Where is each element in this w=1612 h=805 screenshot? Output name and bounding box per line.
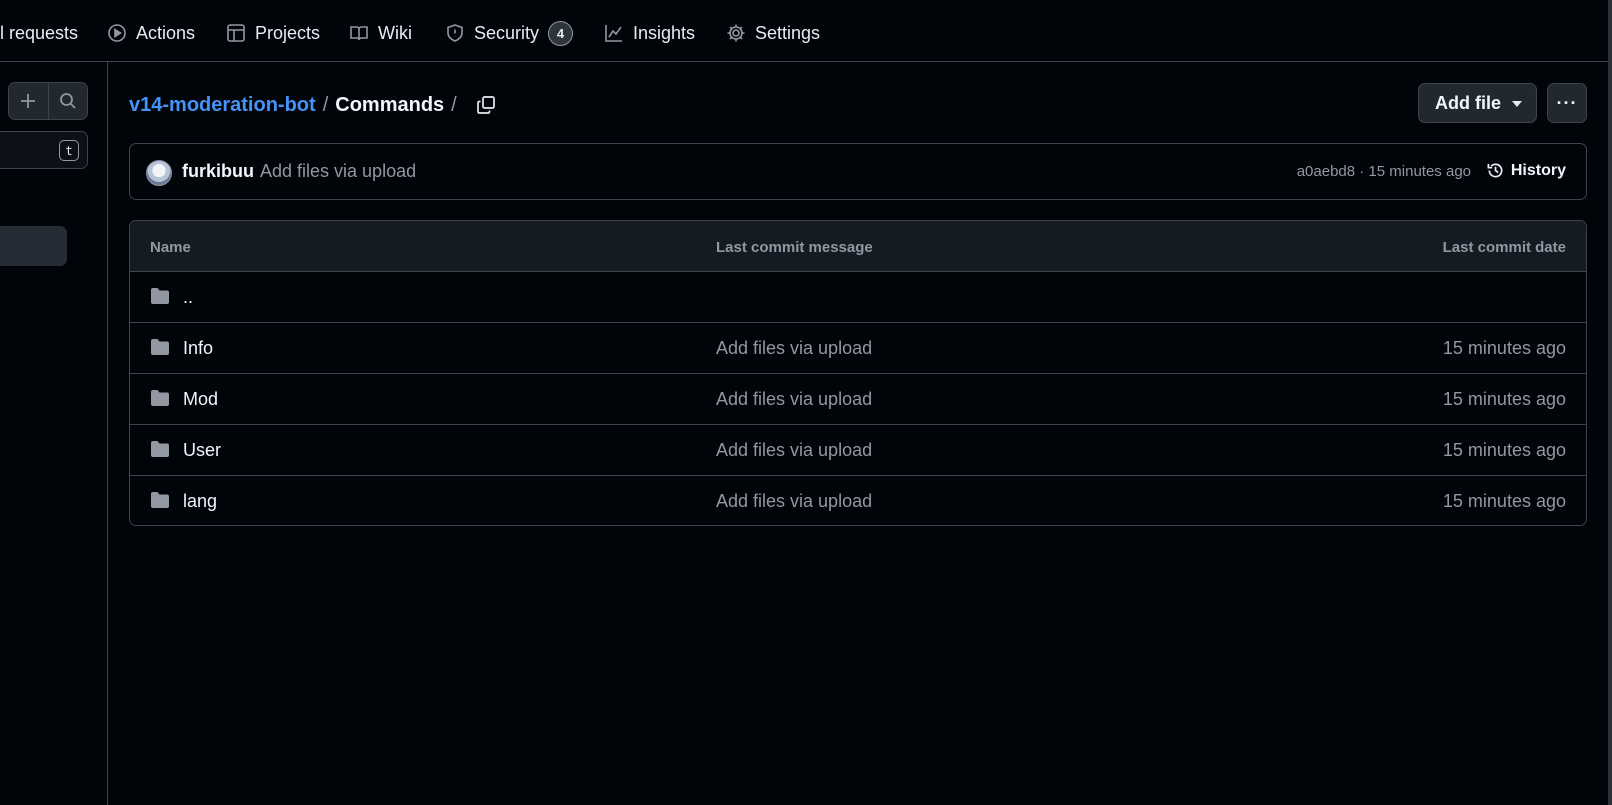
nav-tab-label: Security [474, 22, 540, 43]
plus-icon [21, 94, 36, 108]
table-header: Name Last commit message Last commit dat… [130, 221, 1586, 272]
commit-date: 15 minutes ago [1442, 440, 1566, 460]
security-alert-count-badge: 4 [548, 20, 574, 46]
commit-date: 15 minutes ago [1442, 491, 1566, 511]
avatar[interactable] [146, 160, 172, 186]
go-to-file-input[interactable]: t [0, 131, 88, 169]
latest-commit-box: furkibuu Add files via upload a0aebd8 · … [129, 143, 1587, 200]
keyboard-shortcut-hint: t [59, 140, 79, 161]
commit-message-link[interactable]: Add files via upload [260, 161, 416, 182]
breadcrumb: v14-moderation-bot / Commands / [129, 90, 500, 120]
column-header-date: Last commit date [1442, 239, 1566, 256]
commit-author-link[interactable]: furkibuu [182, 161, 254, 182]
repo-nav: ll requests Actions Projects Wiki Securi… [0, 0, 1608, 62]
column-header-name: Name [150, 239, 191, 256]
nav-tab-wiki[interactable]: Wiki [349, 19, 412, 47]
add-file-button[interactable]: Add file [1418, 83, 1537, 123]
history-icon [1487, 163, 1503, 178]
copy-path-button[interactable] [476, 93, 500, 117]
folder-icon [150, 287, 170, 305]
commit-message-link[interactable]: Add files via upload [716, 389, 872, 410]
folder-name-link[interactable]: Mod [183, 389, 218, 410]
commit-date: 15 minutes ago [1442, 338, 1566, 358]
shield-icon [447, 24, 463, 42]
nav-tab-label: Projects [255, 22, 321, 43]
nav-tab-label: Wiki [378, 22, 412, 43]
nav-tab-pull-requests[interactable]: ll requests [0, 19, 78, 47]
folder-name-link[interactable]: Info [183, 338, 213, 359]
table-row[interactable]: User Add files via upload 15 minutes ago [130, 425, 1586, 476]
add-file-tree-button[interactable] [9, 83, 48, 119]
nav-tab-actions[interactable]: Actions [107, 19, 195, 47]
table-row[interactable]: Info Add files via upload 15 minutes ago [130, 323, 1586, 374]
book-icon [350, 26, 368, 41]
table-row[interactable]: lang Add files via upload 15 minutes ago [130, 476, 1586, 525]
parent-directory-row[interactable]: .. [130, 272, 1586, 323]
commit-message-link[interactable]: Add files via upload [716, 440, 872, 461]
nav-tab-insights[interactable]: Insights [604, 19, 695, 47]
commit-message-link[interactable]: Add files via upload [716, 338, 872, 359]
column-header-message: Last commit message [716, 239, 873, 256]
commit-sha-and-time[interactable]: a0aebd8 · 15 minutes ago [1297, 163, 1471, 180]
directory-listing: Name Last commit message Last commit dat… [129, 220, 1587, 526]
search-file-tree-button[interactable] [47, 83, 87, 119]
table-row[interactable]: Mod Add files via upload 15 minutes ago [130, 374, 1586, 425]
history-button[interactable]: History [1486, 161, 1566, 180]
nav-tab-settings[interactable]: Settings [726, 19, 820, 47]
chevron-down-icon [1512, 101, 1522, 107]
folder-name-link[interactable]: User [183, 440, 221, 461]
file-tree-sidebar [0, 62, 108, 805]
play-icon [108, 24, 126, 42]
folder-icon [150, 491, 170, 509]
folder-name-link[interactable]: lang [183, 491, 217, 512]
kebab-horizontal-icon: ··· [1556, 92, 1578, 113]
nav-tab-label: ll requests [0, 22, 79, 43]
folder-icon [150, 440, 170, 458]
more-options-button[interactable]: ··· [1547, 83, 1587, 123]
nav-tab-label: Insights [633, 22, 696, 43]
breadcrumb-separator: / [451, 93, 457, 116]
nav-tab-projects[interactable]: Projects [226, 19, 320, 47]
commit-message-link[interactable]: Add files via upload [716, 491, 872, 512]
file-tree-actions [8, 82, 88, 120]
nav-tab-label: Settings [755, 22, 821, 43]
breadcrumb-repo-link[interactable]: v14-moderation-bot [129, 94, 316, 117]
file-tree-selected-item[interactable] [0, 226, 67, 266]
folder-icon [150, 389, 170, 407]
copy-icon [476, 96, 495, 114]
commit-date: 15 minutes ago [1442, 389, 1566, 409]
nav-tab-label: Actions [136, 22, 196, 43]
parent-directory-link[interactable]: .. [183, 287, 193, 308]
breadcrumb-separator: / [322, 93, 329, 116]
search-icon [60, 93, 76, 109]
gear-icon [727, 24, 745, 42]
add-file-label: Add file [1435, 92, 1501, 113]
nav-tab-security[interactable]: Security 4 [445, 19, 574, 47]
table-icon [227, 24, 245, 42]
window-scrollbar[interactable] [1608, 0, 1612, 805]
graph-icon [605, 25, 622, 42]
folder-icon [150, 338, 170, 356]
breadcrumb-current-folder: Commands [335, 93, 445, 116]
history-label: History [1510, 161, 1566, 179]
